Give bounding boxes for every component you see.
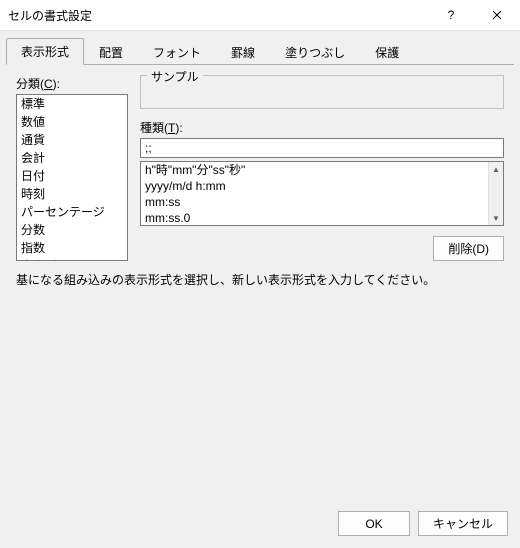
scroll-up-icon[interactable]: ▲ — [489, 162, 503, 176]
category-list[interactable]: 標準数値通貨会計日付時刻パーセンテージ分数指数文字列その他ユーザー定義 — [16, 94, 128, 261]
tabpanel-number: 分類(C): 標準数値通貨会計日付時刻パーセンテージ分数指数文字列その他ユーザー… — [6, 64, 514, 288]
dialog-footer: OK キャンセル — [0, 501, 520, 548]
delete-button[interactable]: 削除(D) — [433, 236, 504, 261]
titlebar: セルの書式設定 ? — [0, 0, 520, 31]
category-item[interactable]: 指数 — [17, 239, 127, 257]
sample-legend: サンプル — [147, 68, 203, 85]
format-cells-dialog: セルの書式設定 ? 表示形式配置フォント罫線塗りつぶし保護 分類(C): 標準数… — [0, 0, 520, 548]
type-label: 種類(T): — [140, 119, 504, 136]
ok-button[interactable]: OK — [338, 511, 410, 536]
category-item[interactable]: 通貨 — [17, 131, 127, 149]
tab-4[interactable]: 塗りつぶし — [270, 39, 360, 65]
tab-1[interactable]: 配置 — [84, 39, 138, 65]
category-item[interactable]: 数値 — [17, 113, 127, 131]
category-column: 分類(C): 標準数値通貨会計日付時刻パーセンテージ分数指数文字列その他ユーザー… — [16, 75, 128, 261]
dialog-title: セルの書式設定 — [8, 7, 428, 24]
category-item[interactable]: パーセンテージ — [17, 203, 127, 221]
tab-0[interactable]: 表示形式 — [6, 38, 84, 65]
tabstrip: 表示形式配置フォント罫線塗りつぶし保護 — [0, 31, 520, 64]
category-label: 分類(C): — [16, 75, 128, 92]
tab-5[interactable]: 保護 — [360, 39, 414, 65]
content-row: 分類(C): 標準数値通貨会計日付時刻パーセンテージ分数指数文字列その他ユーザー… — [16, 75, 504, 261]
type-input[interactable] — [140, 138, 504, 158]
tab-2[interactable]: フォント — [138, 39, 216, 65]
category-item[interactable]: 時刻 — [17, 185, 127, 203]
type-item[interactable]: yyyy/m/d h:mm — [141, 178, 489, 194]
dialog-body: 表示形式配置フォント罫線塗りつぶし保護 分類(C): 標準数値通貨会計日付時刻パ… — [0, 31, 520, 548]
cancel-button[interactable]: キャンセル — [418, 511, 508, 536]
category-item[interactable]: 分数 — [17, 221, 127, 239]
svg-text:?: ? — [448, 9, 455, 21]
category-item[interactable]: 文字列 — [17, 257, 127, 261]
type-scrollbar[interactable]: ▲ ▼ — [488, 162, 503, 225]
scroll-down-icon[interactable]: ▼ — [489, 211, 503, 225]
type-item[interactable]: mm:ss.0 — [141, 210, 489, 225]
tab-3[interactable]: 罫線 — [216, 39, 270, 65]
close-button[interactable] — [474, 0, 520, 30]
hint-text: 基になる組み込みの表示形式を選択し、新しい表示形式を入力してください。 — [16, 271, 504, 288]
delete-row: 削除(D) — [140, 236, 504, 261]
help-button[interactable]: ? — [428, 0, 474, 30]
sample-group: サンプル — [140, 75, 504, 109]
category-item[interactable]: 会計 — [17, 149, 127, 167]
category-item[interactable]: 標準 — [17, 95, 127, 113]
type-item[interactable]: h"時"mm"分"ss"秒" — [141, 162, 489, 178]
category-item[interactable]: 日付 — [17, 167, 127, 185]
detail-column: サンプル 種類(T): h"時"mm"分"ss"秒"yyyy/m/d h:mmm… — [140, 75, 504, 261]
type-list[interactable]: h"時"mm"分"ss"秒"yyyy/m/d h:mmmm:ssmm:ss.0@… — [140, 161, 504, 226]
type-item[interactable]: mm:ss — [141, 194, 489, 210]
